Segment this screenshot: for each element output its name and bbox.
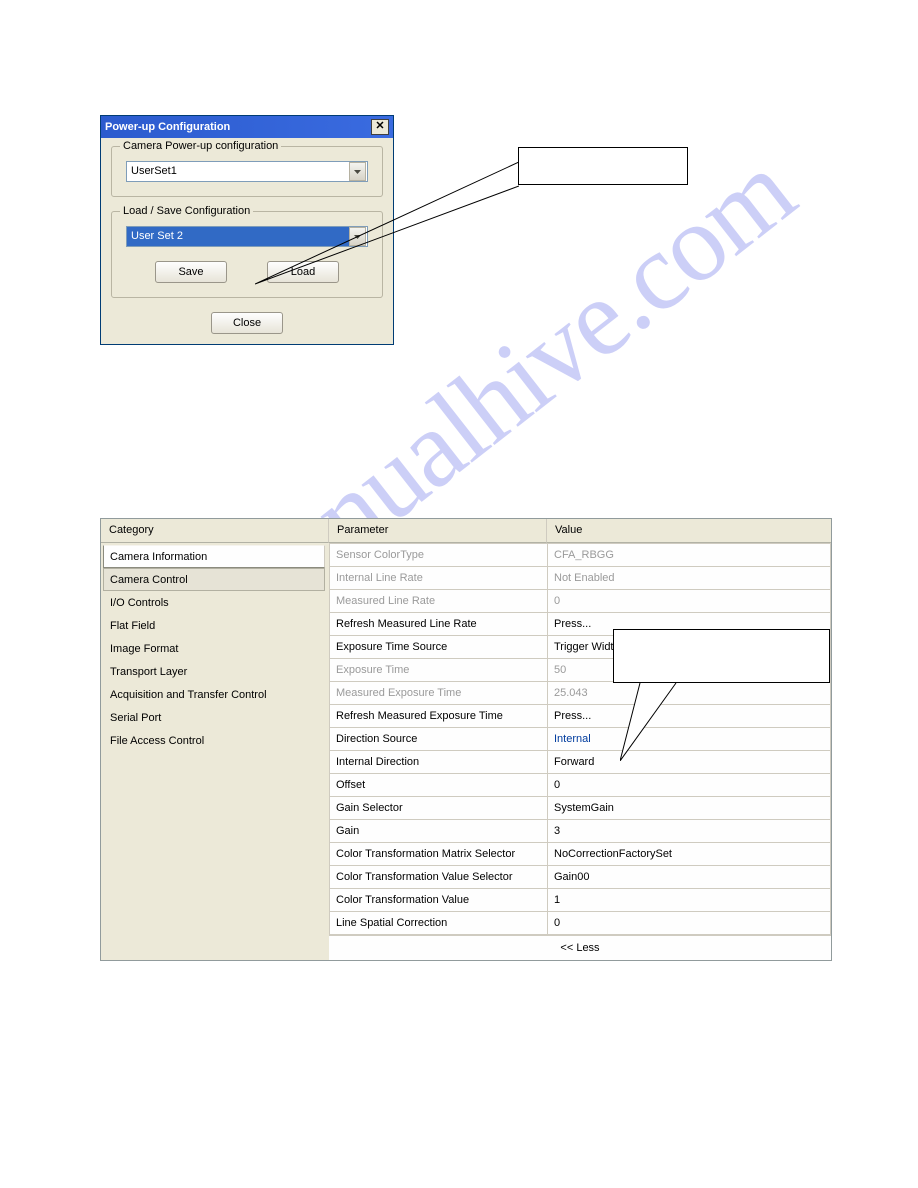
header-parameter[interactable]: Parameter <box>329 519 547 543</box>
header-value[interactable]: Value <box>547 519 831 543</box>
table-row: Color Transformation Matrix SelectorNoCo… <box>330 843 831 866</box>
chevron-down-icon[interactable] <box>349 227 366 246</box>
loadsave-combo-value: User Set 2 <box>127 227 349 246</box>
powerup-config-dialog: Power-up Configuration ✕ Camera Power-up… <box>100 115 394 345</box>
param-value-cell[interactable]: 0 <box>548 774 831 797</box>
param-name-cell: Internal Line Rate <box>330 567 548 590</box>
powerup-combo-value: UserSet1 <box>127 162 349 181</box>
param-name-cell: Exposure Time <box>330 659 548 682</box>
group-load-save-legend: Load / Save Configuration <box>120 205 253 217</box>
param-name-cell: Direction Source <box>330 728 548 751</box>
param-name-cell: Measured Exposure Time <box>330 682 548 705</box>
param-name-cell: Refresh Measured Exposure Time <box>330 705 548 728</box>
dialog-title: Power-up Configuration <box>105 116 230 138</box>
save-button[interactable]: Save <box>155 261 227 283</box>
callout-box-2 <box>613 629 830 683</box>
parameters-pane: Sensor ColorTypeCFA_RBGGInternal Line Ra… <box>329 543 831 960</box>
category-item[interactable]: Flat Field <box>103 614 325 637</box>
header-category[interactable]: Category <box>101 519 329 543</box>
property-grid: Category Parameter Value Camera Informat… <box>100 518 832 961</box>
group-load-save: Load / Save Configuration User Set 2 Sav… <box>111 211 383 298</box>
powerup-combo[interactable]: UserSet1 <box>126 161 368 182</box>
param-value-cell: Not Enabled <box>548 567 831 590</box>
table-row: Gain SelectorSystemGain <box>330 797 831 820</box>
category-item[interactable]: Transport Layer <box>103 660 325 683</box>
param-value-cell: CFA_RBGG <box>548 544 831 567</box>
dialog-titlebar[interactable]: Power-up Configuration ✕ <box>101 116 393 138</box>
category-pane: Camera InformationCamera ControlI/O Cont… <box>101 543 329 960</box>
chevron-down-icon[interactable] <box>349 162 366 181</box>
param-name-cell: Color Transformation Matrix Selector <box>330 843 548 866</box>
load-button[interactable]: Load <box>267 261 339 283</box>
table-row: Gain3 <box>330 820 831 843</box>
param-value-cell[interactable]: Press... <box>548 705 831 728</box>
table-row: Direction SourceInternal <box>330 728 831 751</box>
category-item[interactable]: I/O Controls <box>103 591 325 614</box>
table-row: Measured Line Rate0 <box>330 590 831 613</box>
category-item[interactable]: Serial Port <box>103 706 325 729</box>
param-value-cell[interactable]: 0 <box>548 912 831 935</box>
table-row: Line Spatial Correction0 <box>330 912 831 935</box>
less-toggle[interactable]: << Less <box>329 935 831 960</box>
param-value-cell[interactable]: 3 <box>548 820 831 843</box>
table-row: Internal DirectionForward <box>330 751 831 774</box>
table-row: Color Transformation Value1 <box>330 889 831 912</box>
param-name-cell: Color Transformation Value <box>330 889 548 912</box>
category-item[interactable]: Image Format <box>103 637 325 660</box>
param-name-cell: Offset <box>330 774 548 797</box>
param-name-cell: Measured Line Rate <box>330 590 548 613</box>
table-row: Measured Exposure Time25.043 <box>330 682 831 705</box>
param-value-cell[interactable]: SystemGain <box>548 797 831 820</box>
param-value-cell[interactable]: 1 <box>548 889 831 912</box>
param-name-cell: Line Spatial Correction <box>330 912 548 935</box>
table-row: Refresh Measured Exposure TimePress... <box>330 705 831 728</box>
param-name-cell: Gain <box>330 820 548 843</box>
close-icon[interactable]: ✕ <box>371 119 389 135</box>
group-camera-powerup-legend: Camera Power-up configuration <box>120 140 281 152</box>
table-row: Color Transformation Value SelectorGain0… <box>330 866 831 889</box>
param-name-cell: Exposure Time Source <box>330 636 548 659</box>
param-name-cell: Gain Selector <box>330 797 548 820</box>
param-value-cell: 25.043 <box>548 682 831 705</box>
close-button[interactable]: Close <box>211 312 283 334</box>
param-name-cell: Internal Direction <box>330 751 548 774</box>
category-item[interactable]: Camera Control <box>103 568 325 591</box>
param-value-cell[interactable]: Internal <box>548 728 831 751</box>
param-name-cell: Sensor ColorType <box>330 544 548 567</box>
param-name-cell: Refresh Measured Line Rate <box>330 613 548 636</box>
table-row: Sensor ColorTypeCFA_RBGG <box>330 544 831 567</box>
table-row: Offset0 <box>330 774 831 797</box>
param-value-cell[interactable]: Gain00 <box>548 866 831 889</box>
category-item[interactable]: File Access Control <box>103 729 325 752</box>
param-value-cell: 0 <box>548 590 831 613</box>
category-item[interactable]: Acquisition and Transfer Control <box>103 683 325 706</box>
category-item[interactable]: Camera Information <box>103 545 325 568</box>
param-name-cell: Color Transformation Value Selector <box>330 866 548 889</box>
table-row: Internal Line RateNot Enabled <box>330 567 831 590</box>
param-value-cell[interactable]: Forward <box>548 751 831 774</box>
callout-box-1 <box>518 147 688 185</box>
param-value-cell[interactable]: NoCorrectionFactorySet <box>548 843 831 866</box>
group-camera-powerup: Camera Power-up configuration UserSet1 <box>111 146 383 197</box>
loadsave-combo[interactable]: User Set 2 <box>126 226 368 247</box>
